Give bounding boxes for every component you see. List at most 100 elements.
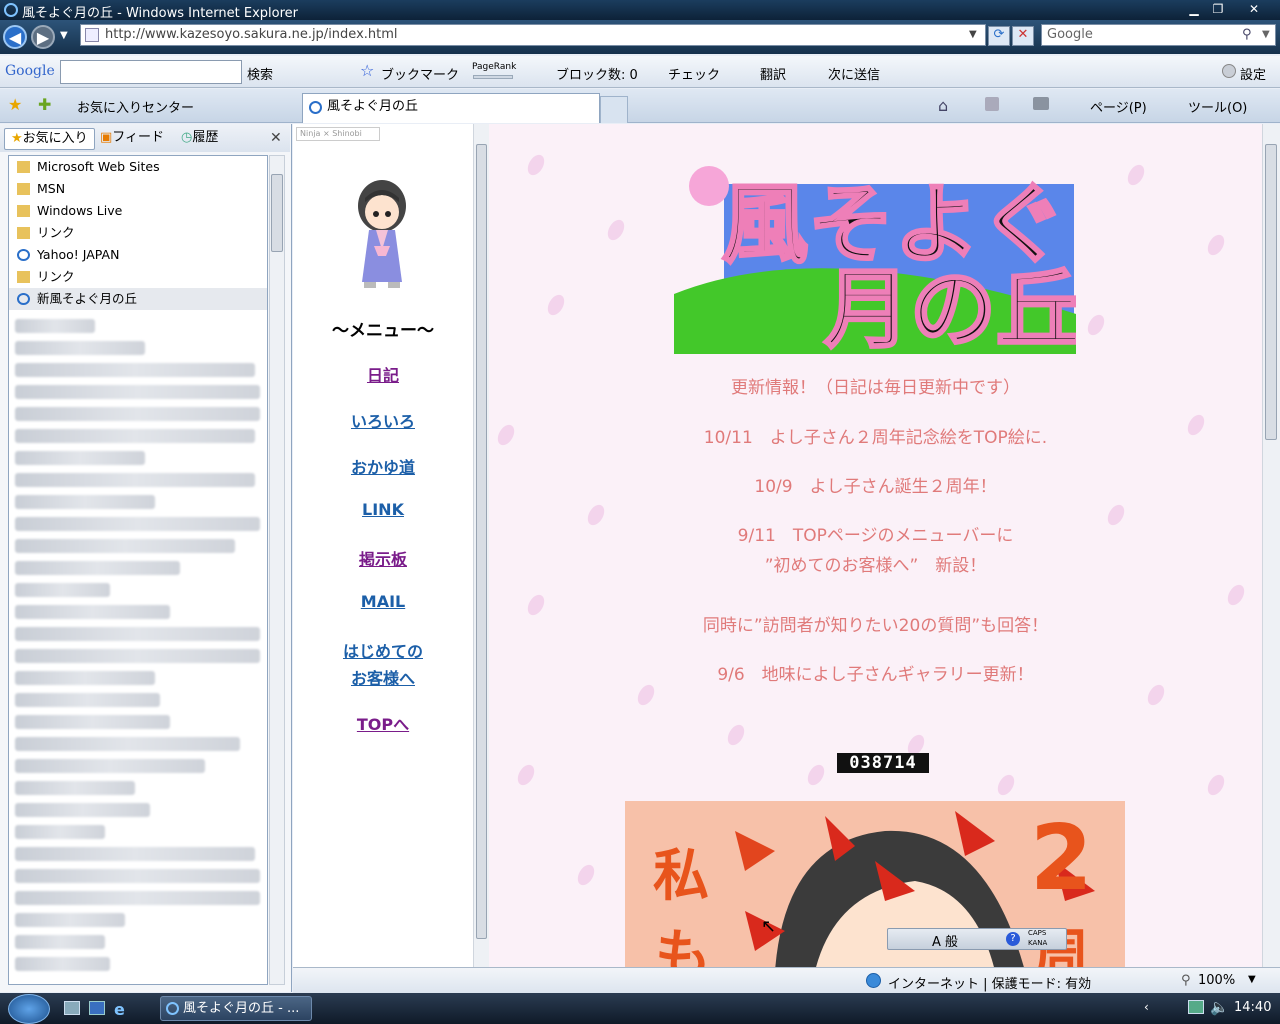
tab-label: お気に入り bbox=[22, 131, 88, 146]
forward-icon[interactable]: ▶ bbox=[31, 25, 55, 49]
banner-text-2: も bbox=[655, 924, 711, 967]
list-item[interactable]: 新風そよぐ月の丘 bbox=[9, 288, 267, 310]
ime-toolbar[interactable]: A 般 ? CAPS KANA bbox=[887, 928, 1067, 950]
list-item[interactable]: Yahoo! JAPAN bbox=[9, 244, 267, 266]
google-logo: Google bbox=[5, 63, 55, 79]
menu-link-bbs[interactable]: 掲示板 bbox=[293, 546, 473, 570]
history-dropdown-icon[interactable]: ▼ bbox=[60, 30, 68, 41]
folder-icon bbox=[17, 227, 30, 239]
menu-link-link[interactable]: LINK bbox=[293, 500, 473, 519]
scroll-thumb[interactable] bbox=[1265, 144, 1277, 440]
menu-link-first-visit[interactable]: はじめての bbox=[293, 638, 473, 662]
tab-history[interactable]: ◷履歴 bbox=[175, 128, 224, 150]
google-search-button[interactable]: 検索 bbox=[247, 64, 273, 83]
zoom-icon: ⚲ bbox=[1181, 973, 1191, 988]
item-label: Windows Live bbox=[37, 203, 123, 218]
stop-icon[interactable]: ✕ bbox=[1012, 26, 1034, 46]
back-icon[interactable]: ◀ bbox=[3, 25, 27, 49]
feeds-icon[interactable] bbox=[985, 97, 999, 111]
refresh-icon[interactable]: ⟳ bbox=[988, 26, 1010, 46]
news-heading: 更新情報！（日記は毎日更新中です） bbox=[731, 378, 1020, 398]
menu-link-mail[interactable]: MAIL bbox=[293, 592, 473, 611]
security-zone[interactable]: インターネット | 保護モード: 有効 bbox=[888, 973, 1091, 992]
news-item: 同時に”訪問者が知りたい20の質問”も回答！ bbox=[702, 616, 1049, 636]
list-item[interactable]: リンク bbox=[9, 266, 267, 288]
pagerank-label: PageRank bbox=[472, 62, 517, 72]
network-icon[interactable] bbox=[1188, 1000, 1204, 1014]
bookmark-button[interactable]: ブックマーク bbox=[381, 64, 459, 83]
search-placeholder: Google bbox=[1047, 27, 1093, 42]
minimize-button[interactable]: ▁ bbox=[1182, 1, 1206, 18]
maximize-button[interactable]: ❐ bbox=[1206, 1, 1230, 18]
menu-link-first-visit-2[interactable]: お客様へ bbox=[293, 665, 473, 689]
url-text: http://www.kazesoyo.sakura.ne.jp/index.h… bbox=[105, 27, 398, 42]
list-item[interactable]: リンク bbox=[9, 222, 267, 244]
search-dropdown-icon[interactable]: ▼ bbox=[1262, 25, 1270, 45]
access-counter: 038714 bbox=[837, 753, 929, 773]
search-field[interactable]: Google ⚲ ▼ bbox=[1041, 24, 1276, 46]
folder-icon bbox=[17, 271, 30, 283]
ie-quicklaunch-icon[interactable]: e bbox=[114, 1000, 125, 1019]
caps-indicator: CAPS bbox=[1028, 929, 1047, 937]
popup-blocked-count[interactable]: ブロック数: 0 bbox=[556, 64, 638, 83]
close-pane-icon[interactable]: ✕ bbox=[270, 130, 282, 146]
ime-help-icon[interactable]: ? bbox=[1006, 932, 1020, 946]
settings-button[interactable]: 設定 bbox=[1240, 64, 1266, 83]
favorites-scrollbar[interactable] bbox=[269, 155, 285, 985]
google-search-input[interactable] bbox=[60, 60, 242, 84]
page-menu[interactable]: ページ(P) bbox=[1090, 97, 1147, 116]
list-item[interactable]: MSN bbox=[9, 178, 267, 200]
history-icon: ◷ bbox=[181, 130, 193, 145]
menu-heading: ～メニュー～ bbox=[332, 321, 434, 341]
ninja-badge[interactable]: Ninja × Shinobi bbox=[296, 127, 380, 141]
search-icon[interactable]: ⚲ bbox=[1242, 25, 1252, 45]
tools-menu[interactable]: ツール(O) bbox=[1188, 97, 1247, 116]
send-to-button[interactable]: 次に送信 bbox=[828, 64, 880, 83]
start-button[interactable] bbox=[8, 994, 50, 1024]
title-bar: 風そよぐ月の丘 - Windows Internet Explorer ▁ ❐ … bbox=[0, 0, 1280, 21]
taskbar-button-ie[interactable]: 風そよぐ月の丘 - ... bbox=[160, 996, 312, 1021]
zoom-level[interactable]: 100% bbox=[1198, 973, 1235, 988]
list-item[interactable]: Windows Live bbox=[9, 200, 267, 222]
main-scrollbar[interactable] bbox=[1262, 124, 1280, 967]
site-logo: 風そよぐ 月の丘 bbox=[674, 166, 1076, 354]
tab-active[interactable]: 風そよぐ月の丘 bbox=[302, 93, 600, 123]
volume-icon[interactable]: 🔈 bbox=[1210, 998, 1229, 1016]
page-icon bbox=[309, 101, 322, 114]
home-icon[interactable]: ⌂ bbox=[938, 96, 948, 115]
switch-windows-icon[interactable] bbox=[89, 1001, 105, 1015]
show-desktop-icon[interactable] bbox=[64, 1001, 80, 1015]
translate-button[interactable]: 翻訳 bbox=[760, 64, 786, 83]
clock[interactable]: 14:40 bbox=[1234, 1000, 1271, 1015]
item-label: リンク bbox=[37, 225, 75, 240]
blurred-favorites bbox=[15, 311, 265, 979]
list-item[interactable]: Microsoft Web Sites bbox=[9, 156, 267, 178]
menu-link-okayu[interactable]: おかゆ道 bbox=[293, 454, 473, 478]
address-dropdown-icon[interactable]: ▼ bbox=[969, 25, 977, 45]
menu-link-misc[interactable]: いろいろ bbox=[293, 408, 473, 432]
menu-link-diary[interactable]: 日記 bbox=[293, 362, 473, 386]
new-tab-button[interactable] bbox=[600, 96, 628, 123]
bookmark-star-icon[interactable]: ☆ bbox=[360, 61, 374, 80]
scroll-thumb[interactable] bbox=[476, 144, 487, 939]
close-button[interactable]: ✕ bbox=[1232, 1, 1276, 18]
tray-arrow-icon[interactable]: ‹ bbox=[1144, 1000, 1149, 1014]
menu-scrollbar[interactable] bbox=[473, 124, 489, 967]
news-item: 9/11 TOPページのメニューバーに bbox=[737, 526, 1014, 546]
print-icon[interactable] bbox=[1033, 97, 1049, 110]
favorites-center-label[interactable]: お気に入りセンター bbox=[77, 97, 194, 116]
address-field[interactable]: http://www.kazesoyo.sakura.ne.jp/index.h… bbox=[80, 24, 986, 46]
add-favorite-icon[interactable]: ✚ bbox=[38, 95, 51, 114]
spellcheck-button[interactable]: チェック bbox=[668, 64, 720, 83]
ie-logo-icon bbox=[166, 1002, 179, 1015]
ime-mode[interactable]: A 般 bbox=[932, 931, 958, 950]
scroll-thumb[interactable] bbox=[271, 174, 283, 252]
tab-favorites[interactable]: ★お気に入り bbox=[4, 128, 95, 150]
zoom-dropdown-icon[interactable]: ▼ bbox=[1248, 974, 1256, 985]
page-icon bbox=[85, 28, 99, 42]
favorites-star-icon[interactable]: ★ bbox=[8, 95, 22, 114]
menu-link-top[interactable]: TOPへ bbox=[293, 711, 473, 735]
tab-feeds[interactable]: ▣フィード bbox=[94, 128, 170, 150]
feed-icon: ▣ bbox=[100, 130, 113, 145]
banner-text-1: 私 bbox=[653, 844, 709, 909]
